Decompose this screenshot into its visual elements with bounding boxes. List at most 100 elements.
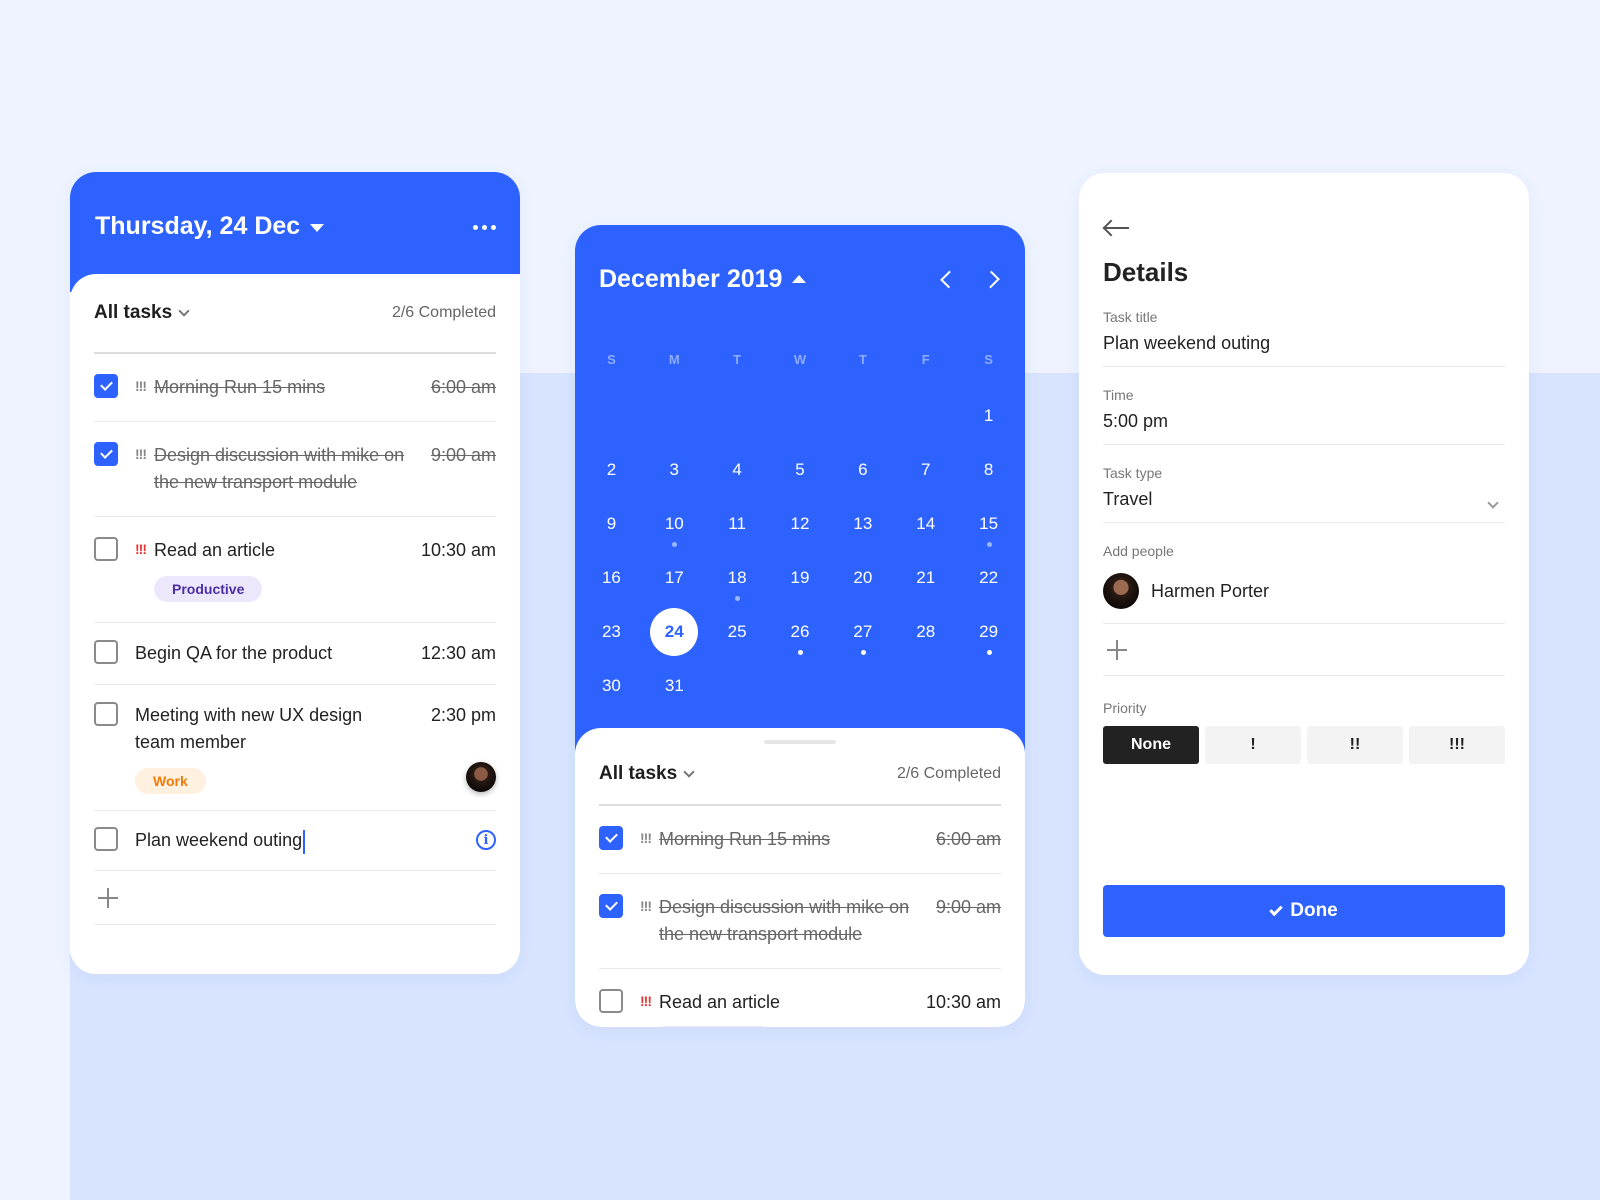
task-row[interactable]: !!! Design discussion with mike on the n… — [94, 422, 496, 517]
calendar-day[interactable]: 28 — [894, 606, 957, 660]
event-dot — [797, 650, 803, 655]
task-title: Read an article — [659, 992, 781, 1012]
task-checkbox[interactable] — [599, 894, 623, 918]
task-checkbox[interactable] — [94, 374, 118, 398]
filter-label: All tasks — [599, 763, 678, 784]
task-checkbox[interactable] — [599, 989, 623, 1013]
date-selector[interactable]: Thursday, 24 Dec — [95, 212, 325, 241]
task-title-input[interactable]: Plan weekend outing — [1103, 333, 1505, 354]
task-row[interactable]: !!! Morning Run 15 mins 6:00 am — [599, 806, 1001, 874]
task-title: Design discussion with mike on the new t… — [659, 897, 910, 944]
field-label: Time — [1103, 387, 1134, 403]
calendar-day[interactable]: 8 — [957, 444, 1020, 498]
task-checkbox[interactable] — [94, 537, 118, 561]
calendar-day[interactable]: 5 — [769, 444, 832, 498]
task-checkbox[interactable] — [94, 702, 118, 726]
task-checkbox[interactable] — [94, 442, 118, 466]
task-time: 9:00 am — [935, 897, 1001, 917]
add-task-button[interactable] — [94, 871, 496, 925]
weekday-label: S — [984, 352, 993, 367]
task-checkbox[interactable] — [599, 826, 623, 850]
task-title: Meeting with new UX design team member — [135, 705, 363, 752]
calendar-day[interactable]: 4 — [706, 444, 769, 498]
info-icon[interactable]: i — [476, 830, 496, 850]
calendar-day[interactable]: 20 — [831, 552, 894, 606]
tag-productive[interactable]: Productive — [154, 576, 263, 602]
task-time: 10:30 am — [925, 992, 1001, 1012]
filter-label: All tasks — [94, 302, 173, 323]
task-title: Design discussion with mike on the new t… — [154, 445, 405, 492]
tag-productive[interactable] — [659, 1026, 767, 1027]
calendar-day[interactable]: 17 — [643, 552, 706, 606]
calendar-day[interactable]: 27 — [831, 606, 894, 660]
calendar-day[interactable]: 16 — [580, 552, 643, 606]
priority-low-button[interactable]: ! — [1205, 726, 1301, 764]
calendar-day[interactable]: 25 — [706, 606, 769, 660]
calendar-day[interactable]: 15 — [957, 498, 1020, 552]
calendar-day[interactable]: 6 — [831, 444, 894, 498]
calendar-day[interactable]: 1 — [957, 390, 1020, 444]
task-row-editing[interactable]: Plan weekend outing i — [94, 811, 496, 871]
calendar-day[interactable]: 26 — [769, 606, 832, 660]
weekday-label: F — [921, 352, 930, 367]
back-arrow-icon[interactable] — [1103, 221, 1129, 235]
task-title-field[interactable]: Task title Plan weekend outing — [1103, 309, 1505, 367]
calendar-day[interactable]: 7 — [894, 444, 957, 498]
filter-dropdown[interactable]: All tasks — [94, 302, 190, 324]
event-dot — [986, 542, 992, 547]
priority-high-button[interactable]: !!! — [1409, 726, 1505, 764]
details-card: Details Task title Plan weekend outing T… — [1079, 173, 1529, 975]
done-button[interactable]: Done — [1103, 885, 1505, 937]
task-checkbox[interactable] — [94, 827, 118, 851]
task-row[interactable]: !!! Read an article 10:30 am — [599, 969, 1001, 1027]
calendar-day[interactable]: 22 — [957, 552, 1020, 606]
calendar-day[interactable]: 23 — [580, 606, 643, 660]
chevron-right-icon[interactable] — [985, 272, 1001, 288]
person-chip[interactable]: Harmen Porter — [1103, 567, 1505, 624]
calendar-day[interactable]: 13 — [831, 498, 894, 552]
task-title-input[interactable]: Plan weekend outing — [135, 830, 302, 850]
task-type-value: Travel — [1103, 489, 1153, 509]
selected-day[interactable]: 24 — [643, 606, 706, 660]
completed-count: 2/6 Completed — [896, 765, 1001, 782]
calendar-day[interactable]: 19 — [769, 552, 832, 606]
empty-day-cell — [643, 390, 706, 444]
task-time: 6:00 am — [430, 377, 496, 397]
plus-icon — [1107, 639, 1127, 660]
more-options-icon[interactable] — [473, 225, 496, 230]
calendar-day[interactable]: 18 — [706, 552, 769, 606]
done-label: Done — [1290, 900, 1338, 921]
time-field[interactable]: Time 5:00 pm — [1103, 387, 1505, 445]
filter-dropdown[interactable]: All tasks — [599, 763, 695, 785]
calendar-day[interactable]: 14 — [894, 498, 957, 552]
calendar-day[interactable]: 3 — [643, 444, 706, 498]
caret-down-icon — [310, 224, 325, 232]
assignee-avatar[interactable] — [466, 762, 496, 792]
empty-day-cell — [706, 390, 769, 444]
calendar-day[interactable]: 29 — [957, 606, 1020, 660]
calendar-day[interactable]: 11 — [706, 498, 769, 552]
priority-none-button[interactable]: None — [1103, 726, 1199, 764]
add-person-button[interactable] — [1103, 624, 1505, 676]
calendar-day[interactable]: 31 — [643, 660, 706, 714]
chevron-left-icon[interactable] — [939, 272, 955, 288]
month-selector[interactable]: December 2019 — [599, 265, 807, 294]
task-row[interactable]: !!! Design discussion with mike on the n… — [599, 874, 1001, 969]
calendar-day[interactable]: 10 — [643, 498, 706, 552]
calendar-day[interactable]: 21 — [894, 552, 957, 606]
completed-count: 2/6 Completed — [391, 304, 496, 321]
task-row[interactable]: !!! Read an article Productive 10:30 am — [94, 517, 496, 623]
task-checkbox[interactable] — [94, 640, 118, 664]
time-input[interactable]: 5:00 pm — [1103, 411, 1505, 432]
calendar-day[interactable]: 12 — [769, 498, 832, 552]
task-row[interactable]: Begin QA for the product 12:30 am — [94, 623, 496, 685]
priority-medium-button[interactable]: !! — [1307, 726, 1403, 764]
calendar-day[interactable]: 9 — [580, 498, 643, 552]
priority-indicator: !!! — [135, 446, 147, 462]
calendar-day[interactable]: 30 — [580, 660, 643, 714]
task-row[interactable]: Meeting with new UX design team member W… — [94, 685, 496, 811]
task-type-select[interactable]: Task type Travel — [1103, 465, 1505, 523]
calendar-day[interactable]: 2 — [580, 444, 643, 498]
task-row[interactable]: !!! Morning Run 15 mins 6:00 am — [94, 354, 496, 422]
tag-work[interactable]: Work — [135, 768, 206, 794]
